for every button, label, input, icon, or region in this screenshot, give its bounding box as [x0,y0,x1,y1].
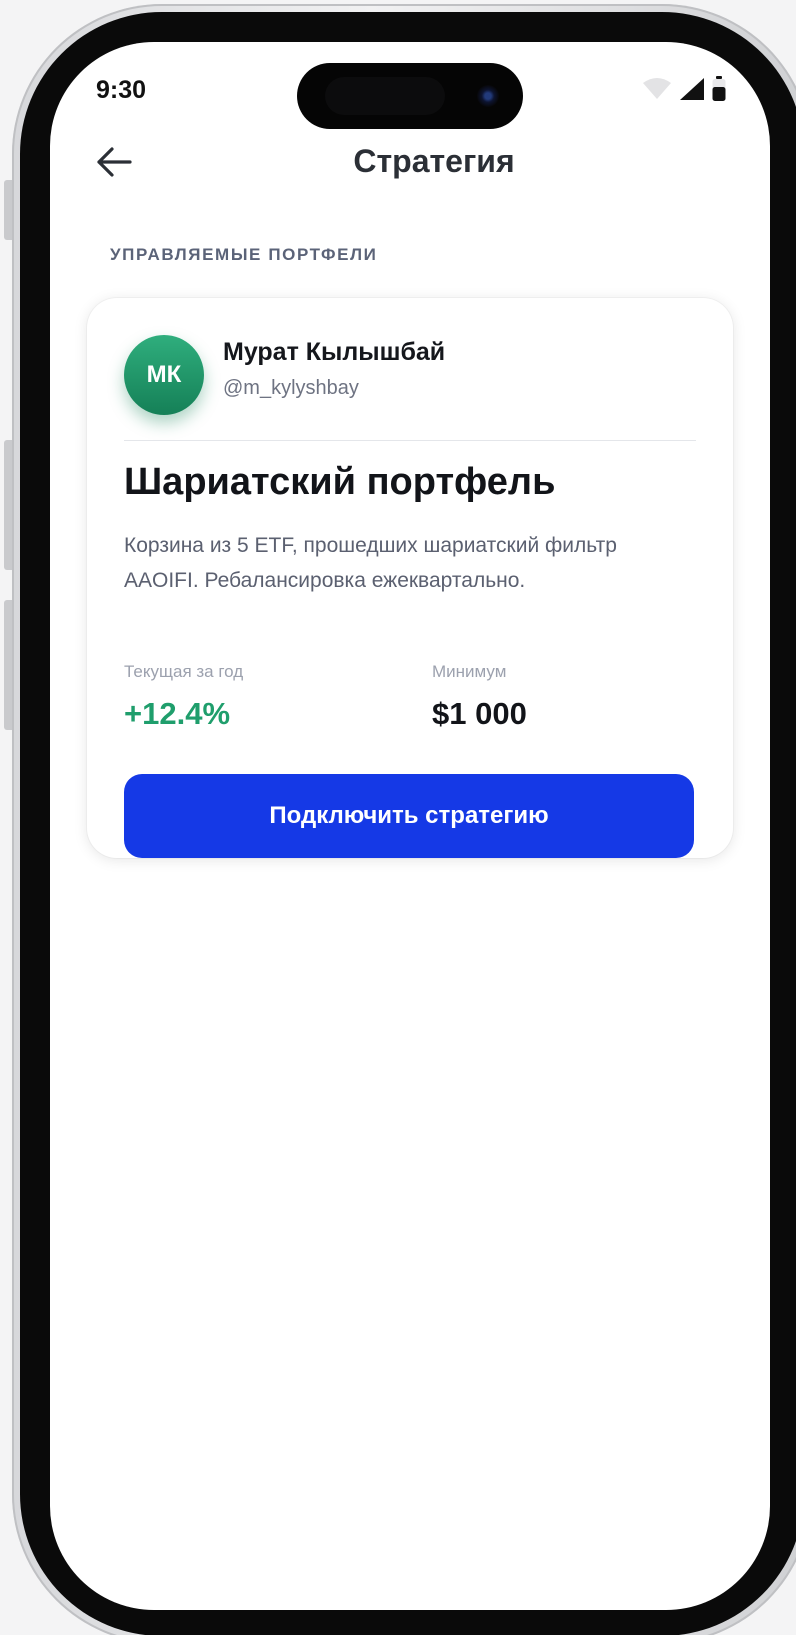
stat-label-annual-return: Текущая за год [124,662,244,681]
connect-strategy-button[interactable]: Подключить стратегию [124,774,694,858]
phone-screen: 9:30 Стратегия УПРАВЛЯЕМЫЕ ПОРТФЕЛИ МК М… [50,42,770,1610]
side-button [4,440,12,570]
dynamic-island [297,63,523,129]
cellular-signal-icon [680,78,704,100]
stat-label-minimum: Минимум [432,662,507,681]
device-mockup: 9:30 Стратегия УПРАВЛЯЕМЫЕ ПОРТФЕЛИ МК М… [0,0,796,1635]
side-button [4,600,12,730]
portfolio-card: МК Мурат Кылышбай @m_kylyshbay Шариатски… [87,298,733,858]
author-handle: @m_kylyshbay [223,377,359,399]
stat-value-minimum: $1 000 [432,696,527,731]
page-title: Стратегия [353,143,515,179]
section-label: УПРАВЛЯЕМЫЕ ПОРТФЕЛИ [110,245,378,264]
camera-icon [477,85,499,107]
status-icons [642,76,726,102]
divider [124,440,696,441]
side-button [4,180,12,240]
wifi-icon [643,78,671,99]
battery-icon [712,76,726,101]
status-time: 9:30 [96,76,147,104]
avatar: МК [124,335,204,415]
author-name: Мурат Кылышбай [223,338,446,366]
portfolio-description: Корзина из 5 ETF, прошедших шариатский ф… [124,534,617,592]
stat-value-annual-return: +12.4% [124,696,231,731]
portfolio-title: Шариатский портфель [124,461,556,503]
island-sensor [325,77,445,115]
